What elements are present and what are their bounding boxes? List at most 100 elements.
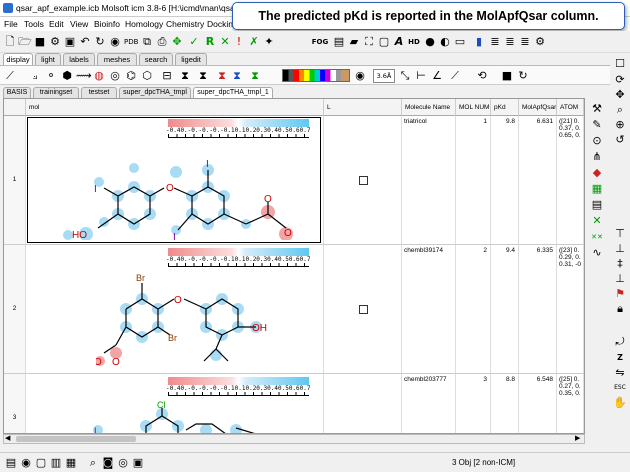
select-icon[interactable]: ✓ (187, 35, 201, 49)
eye-icon[interactable]: ◎ (116, 456, 130, 470)
ecg-icon[interactable]: ∿ (590, 246, 604, 260)
stereo-icon[interactable]: ▤ (332, 35, 346, 49)
toggle-icon[interactable]: ☐ (613, 57, 627, 71)
new-file-icon[interactable]: 🗋 (3, 35, 17, 49)
tab-light[interactable]: light (35, 53, 61, 65)
fog-icon[interactable]: FOG (310, 35, 330, 49)
color1-icon[interactable]: ⧗ (178, 69, 192, 83)
terminal-icon[interactable]: ▤ (4, 456, 18, 470)
camera-icon[interactable]: ◉ (108, 35, 122, 49)
undo-icon[interactable]: ↶ (78, 35, 92, 49)
gear-icon[interactable]: ⚙ (533, 35, 547, 49)
tab-labels[interactable]: labels (63, 53, 95, 65)
settings-icon[interactable]: ⚙ (48, 35, 62, 49)
color3-icon[interactable]: ⧗ (215, 69, 229, 83)
xstick-icon[interactable]: ⌬ (124, 69, 138, 83)
z-axis-icon[interactable]: Z (613, 351, 627, 365)
measure-icon[interactable]: ⊢ (414, 69, 428, 83)
binoculars-icon[interactable]: ⊙ (590, 134, 604, 148)
l-cell[interactable] (324, 245, 402, 373)
tab-super-tmpl[interactable]: super_dpcTHA_tmpl (119, 87, 191, 98)
tab-display[interactable]: display (3, 53, 33, 65)
tab-ligedit[interactable]: ligedit (175, 53, 207, 65)
mol-cell[interactable]: -0.40.-0.-0.-0.-0.10.10.20.30.40.50.60.7 (26, 245, 324, 373)
layout2-icon[interactable]: ▥ (49, 456, 63, 470)
lock-icon[interactable]: ▣ (63, 35, 77, 49)
open-folder-icon[interactable]: 🗁 (18, 35, 32, 49)
header-mol[interactable]: mol (26, 99, 324, 116)
car-icon[interactable]: ▰ (347, 35, 361, 49)
row-checkbox[interactable] (359, 305, 368, 314)
tab-super-tmpl-1[interactable]: super_dpcTHA_tmpl_1 (193, 87, 273, 98)
tab-meshes[interactable]: meshes (97, 53, 137, 65)
torsion-icon[interactable]: ⟋ (448, 69, 462, 83)
cross-icon[interactable]: ✗ (247, 35, 261, 49)
align-top-icon[interactable]: ⊤ (613, 227, 627, 241)
pencil-icon[interactable]: ✎ (590, 118, 604, 132)
table-row[interactable]: 3 -0.40.-0.-0.-0.-0.10.10.20.30.40.50.60… (4, 374, 584, 433)
hd-icon[interactable]: HD (407, 35, 421, 49)
spin-icon[interactable]: ↺ (613, 133, 627, 147)
surface-icon[interactable]: ◍ (92, 69, 106, 83)
menu-view[interactable]: View (70, 19, 88, 29)
tab-trainingset[interactable]: trainingset (33, 87, 79, 98)
tab-basis[interactable]: BASIS (3, 87, 31, 98)
screen-icon[interactable]: ▭ (453, 35, 467, 49)
pdb-icon[interactable]: PDB (124, 35, 138, 49)
tab-search[interactable]: search (139, 53, 173, 65)
skin-icon[interactable]: ◎ (108, 69, 122, 83)
color-palette[interactable] (282, 69, 350, 82)
header-molapfqsar[interactable]: MolApfQsar (519, 99, 557, 116)
redo-icon[interactable]: ↻ (93, 35, 107, 49)
menu-file[interactable]: File (4, 19, 18, 29)
alert-icon[interactable]: ! (232, 35, 246, 49)
grob-icon[interactable]: ⬡ (140, 69, 154, 83)
rotate-view-icon[interactable]: ⟳ (613, 73, 627, 87)
header-pkd[interactable]: pKd (491, 99, 519, 116)
ball-icon[interactable]: ⚬ (44, 69, 58, 83)
cpk-icon[interactable]: ⬢ (60, 69, 74, 83)
zoom-value[interactable]: 3.6Å (373, 69, 395, 83)
sphere-icon[interactable]: ● (423, 35, 437, 49)
box-icon[interactable]: ▢ (377, 35, 391, 49)
color4-icon[interactable]: ⧗ (230, 69, 244, 83)
align-mid-icon[interactable]: ⊥ (613, 242, 627, 256)
multi-icon[interactable]: ✕✕ (590, 230, 604, 244)
rotate-icon[interactable]: ✕ (218, 35, 232, 49)
color5-icon[interactable]: ⧗ (248, 69, 262, 83)
color2-icon[interactable]: ⧗ (196, 69, 210, 83)
record-icon[interactable]: ◉ (19, 456, 33, 470)
tree-icon[interactable]: ⋔ (590, 150, 604, 164)
tool-icon[interactable]: ✦ (262, 35, 276, 49)
table-row[interactable]: 2 -0.40.-0.-0.-0.-0.10.10.20.30.40.50.60… (4, 245, 584, 374)
menu-edit[interactable]: Edit (49, 19, 64, 29)
mol-cell[interactable]: -0.40.-0.-0.-0.-0.10.10.20.30.40.50.60.7 (26, 116, 324, 244)
mol-cell[interactable]: -0.40.-0.-0.-0.-0.10.10.20.30.40.50.60.7… (26, 374, 324, 433)
image-icon[interactable]: ⧉ (140, 35, 154, 49)
chart-icon[interactable]: ◆ (590, 166, 604, 180)
bars2-icon[interactable]: ≣ (503, 35, 517, 49)
esc-icon[interactable]: ESC (613, 381, 627, 395)
clip-icon[interactable]: ⊥ (613, 272, 627, 286)
row-checkbox[interactable] (359, 176, 368, 185)
refresh-icon[interactable]: ⟲ (475, 69, 489, 83)
layout3-icon[interactable]: ▦ (64, 456, 78, 470)
header-mol-num[interactable]: MOL NUM (456, 99, 491, 116)
bars1-icon[interactable]: ≣ (488, 35, 502, 49)
font-icon[interactable]: A (392, 35, 406, 49)
l-cell[interactable] (324, 116, 402, 244)
table-row[interactable]: 1 -0.40.-0.-0.-0.-0.10.10.20.30.40.50.60… (4, 116, 584, 245)
stop-icon[interactable]: ■ (500, 69, 514, 83)
ribbon-icon[interactable]: ⟿ (76, 69, 92, 83)
hide-icon[interactable]: ⊟ (160, 69, 174, 83)
print-icon[interactable]: ⎙ (155, 35, 169, 49)
header-l[interactable]: L (324, 99, 402, 116)
save-icon[interactable]: ■ (33, 35, 47, 49)
r-icon[interactable]: R (203, 35, 217, 49)
header-molecule-name[interactable]: Molecule Name (402, 99, 456, 116)
menu-bioinfo[interactable]: Bioinfo (94, 19, 120, 29)
horizontal-scrollbar[interactable]: ◀ ▶ (3, 434, 585, 444)
menu-homology[interactable]: Homology (125, 19, 163, 29)
scroll-right-icon[interactable]: ▶ (575, 434, 580, 442)
header-atom[interactable]: ATOM (557, 99, 584, 116)
